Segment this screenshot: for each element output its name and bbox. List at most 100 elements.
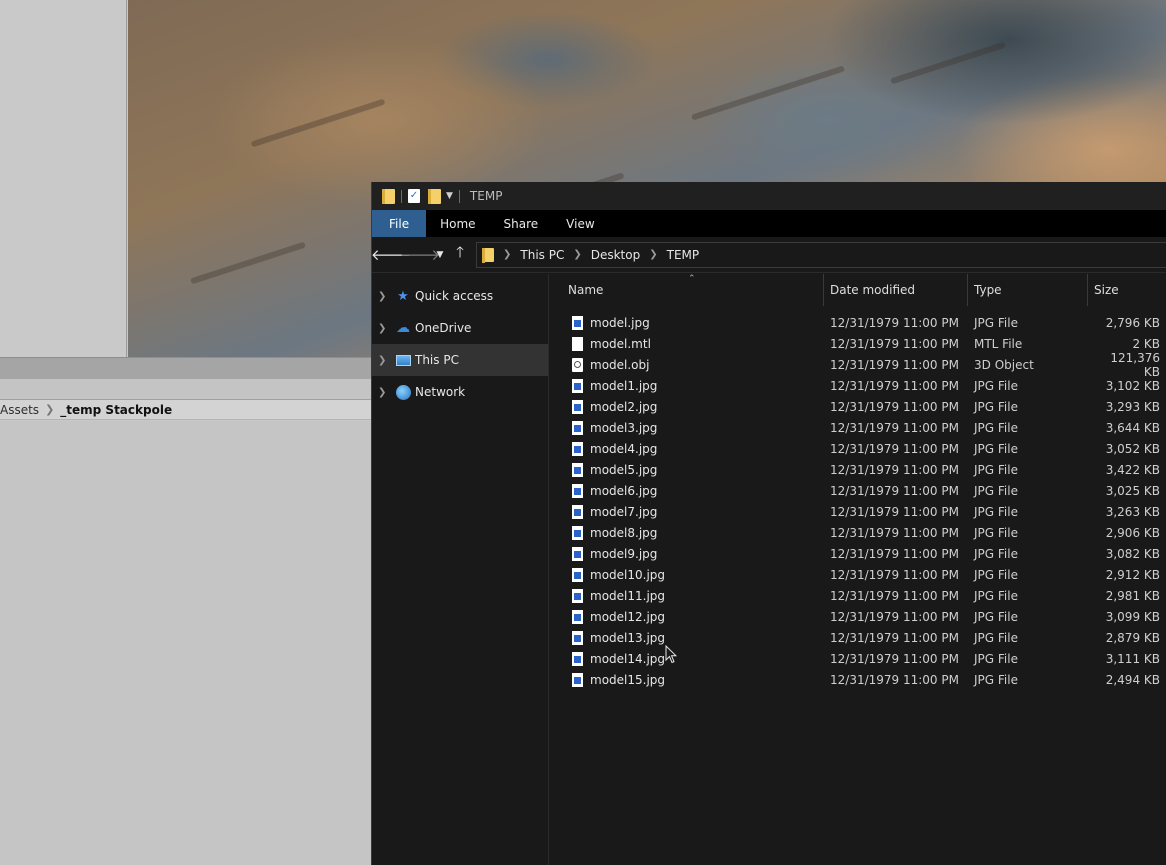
file-name: model4.jpg <box>590 441 658 456</box>
chevron-right-icon[interactable]: ❯ <box>378 323 394 334</box>
file-row[interactable]: model9.jpg 12/31/1979 11:00 PM JPG File 3,0… <box>550 543 1166 564</box>
file-row[interactable]: model7.jpg 12/31/1979 11:00 PM JPG File 3,2… <box>550 501 1166 522</box>
file-name-cell[interactable]: model7.jpg <box>550 504 830 519</box>
file-type: JPG File <box>974 546 1018 561</box>
file-name-cell[interactable]: model14.jpg <box>550 651 830 666</box>
properties-icon[interactable]: ✓ <box>408 189 420 203</box>
navigation-bar: 🡐 🡒 ▼ 🡑 ❯ This PC ❯ Desktop ❯ TEMP <box>371 237 1166 273</box>
file-name-cell[interactable]: model6.jpg <box>550 483 830 498</box>
new-folder-icon[interactable] <box>428 188 441 204</box>
file-row[interactable]: model.jpg 12/31/1979 11:00 PM JPG File 2,79… <box>550 312 1166 333</box>
tab-view[interactable]: View <box>552 210 608 237</box>
file-name-cell[interactable]: model.obj <box>550 357 830 372</box>
file-size: 2,906 KB <box>1105 525 1160 540</box>
file-size: 3,052 KB <box>1105 441 1160 456</box>
file-row[interactable]: model12.jpg 12/31/1979 11:00 PM JPG File 3,… <box>550 606 1166 627</box>
file-name-cell[interactable]: model8.jpg <box>550 525 830 540</box>
image-file-icon <box>572 399 583 414</box>
tab-home[interactable]: Home <box>426 210 489 237</box>
address-bar[interactable]: ❯ This PC ❯ Desktop ❯ TEMP <box>476 241 1166 268</box>
file-row[interactable]: model5.jpg 12/31/1979 11:00 PM JPG File 3,4… <box>550 459 1166 480</box>
file-type: JPG File <box>974 525 1018 540</box>
file-size: 2,796 KB <box>1105 315 1160 330</box>
file-name-cell[interactable]: model12.jpg <box>550 609 830 624</box>
breadcrumb-assets[interactable]: Assets <box>0 403 39 417</box>
file-date: 12/31/1979 11:00 PM <box>830 441 959 456</box>
recent-locations-dropdown[interactable]: ▼ <box>432 243 448 267</box>
file-type: JPG File <box>974 483 1018 498</box>
image-file-icon <box>572 651 583 666</box>
file-name: model.mtl <box>590 336 651 351</box>
file-row[interactable]: model15.jpg 12/31/1979 11:00 PM JPG File 2,… <box>550 669 1166 690</box>
breadcrumb-current-folder[interactable]: _temp Stackpole <box>60 403 172 417</box>
file-size: 121,376 KB <box>1110 350 1160 379</box>
forward-button[interactable]: 🡒 <box>400 243 440 267</box>
file-row[interactable]: model.mtl 12/31/1979 11:00 PM MTL File 2 KB <box>550 333 1166 354</box>
file-name: model3.jpg <box>590 420 658 435</box>
chevron-right-icon[interactable]: ❯ <box>378 291 394 302</box>
chevron-right-icon[interactable]: ❯ <box>573 249 581 260</box>
chevron-right-icon[interactable]: ❯ <box>649 249 657 260</box>
column-header-name[interactable]: Name <box>550 274 824 306</box>
file-name: model12.jpg <box>590 609 666 624</box>
column-header-date-modified[interactable]: Date modified <box>824 274 968 306</box>
chevron-right-icon[interactable]: ❯ <box>378 387 394 398</box>
file-name-cell[interactable]: model1.jpg <box>550 378 830 393</box>
image-file-icon <box>572 672 583 687</box>
file-name: model11.jpg <box>590 588 666 603</box>
file-row[interactable]: model8.jpg 12/31/1979 11:00 PM JPG File 2,9… <box>550 522 1166 543</box>
file-name-cell[interactable]: model5.jpg <box>550 462 830 477</box>
column-header-size[interactable]: Size <box>1088 274 1166 306</box>
file-name-cell[interactable]: model.mtl <box>550 336 830 351</box>
file-name-cell[interactable]: model3.jpg <box>550 420 830 435</box>
tab-file[interactable]: File <box>372 210 427 237</box>
file-type: JPG File <box>974 462 1018 477</box>
file-name-cell[interactable]: model9.jpg <box>550 546 830 561</box>
file-row[interactable]: model11.jpg 12/31/1979 11:00 PM JPG File 2,… <box>550 585 1166 606</box>
file-type: MTL File <box>974 336 1023 351</box>
file-type: JPG File <box>974 651 1018 666</box>
file-size: 3,263 KB <box>1105 504 1160 519</box>
quick-access-dropdown-icon[interactable]: ▼ <box>446 191 453 201</box>
file-type: 3D Object <box>974 357 1034 372</box>
file-size: 3,102 KB <box>1105 378 1160 393</box>
file-size: 2,912 KB <box>1105 567 1160 582</box>
file-name-cell[interactable]: model.jpg <box>550 315 830 330</box>
file-row[interactable]: model2.jpg 12/31/1979 11:00 PM JPG File 3,2… <box>550 396 1166 417</box>
sort-ascending-icon: ⌃ <box>688 274 696 284</box>
address-crumb-this-pc[interactable]: This PC <box>520 248 564 262</box>
sidebar-item-quick-access[interactable]: ❯ ★ Quick access <box>372 280 548 312</box>
tab-share[interactable]: Share <box>490 210 553 237</box>
file-name-cell[interactable]: model2.jpg <box>550 399 830 414</box>
file-row[interactable]: model3.jpg 12/31/1979 11:00 PM JPG File 3,6… <box>550 417 1166 438</box>
file-date: 12/31/1979 11:00 PM <box>830 546 959 561</box>
image-file-icon <box>572 315 583 330</box>
file-type: JPG File <box>974 378 1018 393</box>
file-row[interactable]: model14.jpg 12/31/1979 11:00 PM JPG File 3,… <box>550 648 1166 669</box>
file-row[interactable]: model6.jpg 12/31/1979 11:00 PM JPG File 3,0… <box>550 480 1166 501</box>
address-crumb-desktop[interactable]: Desktop <box>591 248 641 262</box>
file-row[interactable]: model13.jpg 12/31/1979 11:00 PM JPG File 2,… <box>550 627 1166 648</box>
file-name-cell[interactable]: model15.jpg <box>550 672 830 687</box>
sidebar-item-onedrive[interactable]: ❯ ☁ OneDrive <box>372 312 548 344</box>
sidebar-item-label: This PC <box>415 353 459 367</box>
up-button[interactable]: 🡑 <box>448 243 472 267</box>
file-row[interactable]: model.obj 12/31/1979 11:00 PM 3D Object 121… <box>550 351 1166 379</box>
file-name-cell[interactable]: model13.jpg <box>550 630 830 645</box>
file-row[interactable]: model4.jpg 12/31/1979 11:00 PM JPG File 3,0… <box>550 438 1166 459</box>
file-name-cell[interactable]: model11.jpg <box>550 588 830 603</box>
chevron-right-icon[interactable]: ❯ <box>503 249 511 260</box>
sidebar-item-network[interactable]: ❯ Network <box>372 376 548 408</box>
chevron-right-icon[interactable]: ❯ <box>378 355 394 366</box>
file-name-cell[interactable]: model4.jpg <box>550 441 830 456</box>
sidebar-item-this-pc[interactable]: ❯ This PC <box>372 344 548 376</box>
file-icon <box>572 336 583 351</box>
file-row[interactable]: model10.jpg 12/31/1979 11:00 PM JPG File 2,… <box>550 564 1166 585</box>
file-row[interactable]: model1.jpg 12/31/1979 11:00 PM JPG File 3,1… <box>550 375 1166 396</box>
file-name-cell[interactable]: model10.jpg <box>550 567 830 582</box>
column-header-type[interactable]: Type <box>968 274 1088 306</box>
folder-icon <box>482 247 494 263</box>
network-icon <box>394 384 412 400</box>
image-file-icon <box>572 567 583 582</box>
address-crumb-temp[interactable]: TEMP <box>667 248 700 262</box>
